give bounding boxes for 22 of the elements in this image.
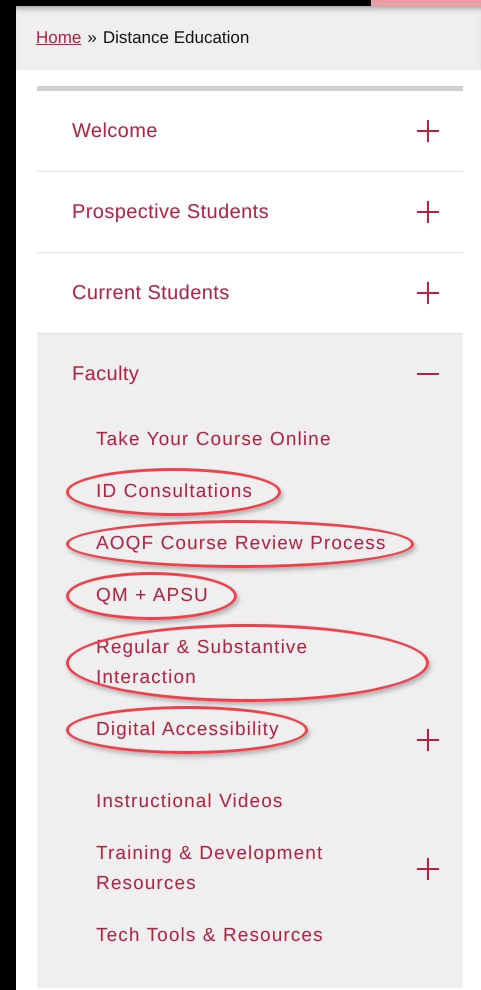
submenu-link[interactable]: QM + APSU	[96, 581, 209, 611]
breadcrumb-separator: »	[87, 28, 97, 48]
menu-link[interactable]: Faculty	[72, 362, 140, 386]
submenu-link[interactable]: AOQF Course Review Process	[96, 529, 386, 559]
plus-icon[interactable]	[417, 729, 439, 751]
menu-link[interactable]: Prospective Students	[72, 200, 269, 224]
submenu-link[interactable]: Digital Accessibility	[96, 715, 280, 745]
submenu-link[interactable]: ID Consultations	[96, 477, 254, 507]
breadcrumb-current: Distance Education	[102, 28, 250, 48]
plus-icon[interactable]	[417, 858, 439, 880]
menu-link[interactable]: Current Students	[72, 282, 230, 304]
plus-icon[interactable]	[417, 201, 439, 223]
breadcrumb-link[interactable]: Home	[36, 28, 82, 48]
submenu-link[interactable]: Regular & Substantive Interaction	[96, 633, 401, 693]
menu-row[interactable]: Faculty	[37, 334, 463, 414]
plus-icon[interactable]	[417, 282, 439, 304]
menu-link[interactable]: Welcome	[72, 120, 158, 142]
submenu-link[interactable]: Tech Tools & Resources	[96, 921, 324, 951]
submenu-link[interactable]: Instructional Videos	[96, 787, 284, 817]
plus-icon[interactable]	[417, 120, 439, 142]
submenu-link[interactable]: Training & Development Resources	[96, 839, 366, 899]
submenu-link[interactable]: Take Your Course Online	[96, 425, 332, 455]
